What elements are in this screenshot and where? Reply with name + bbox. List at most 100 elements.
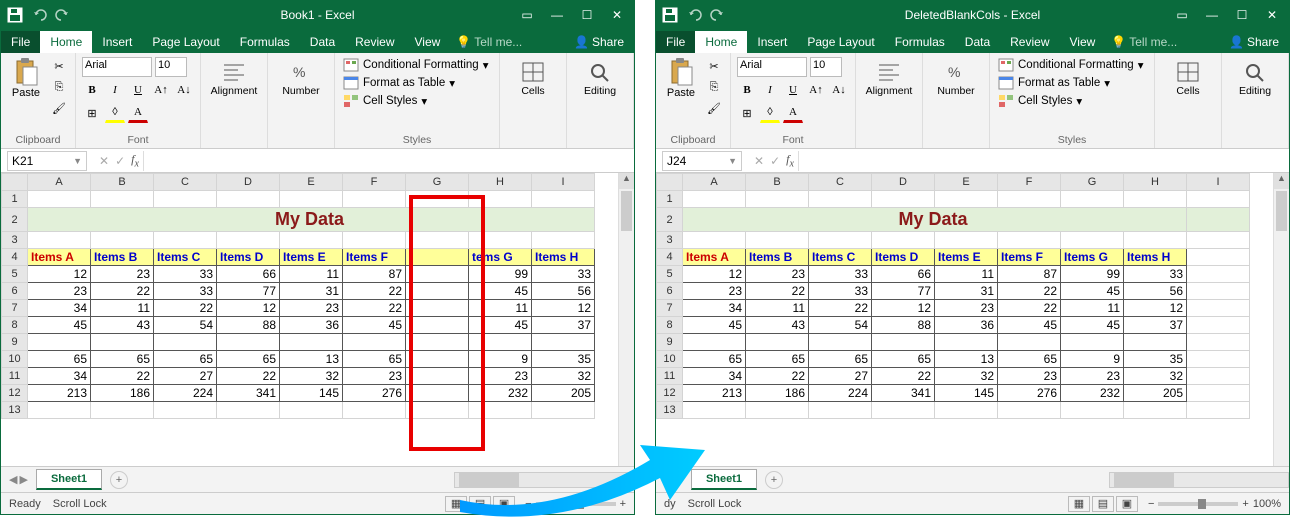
row-header[interactable]: 8 (2, 317, 28, 334)
formula-input[interactable] (143, 151, 634, 171)
tab-home[interactable]: Home (40, 31, 92, 53)
conditional-formatting-button[interactable]: Conditional Formatting▾ (341, 57, 493, 73)
row-header[interactable]: 9 (2, 334, 28, 351)
share-button[interactable]: 👤Share (564, 31, 634, 53)
data-cell[interactable]: 36 (280, 317, 343, 334)
undo-icon[interactable] (32, 7, 48, 23)
cell-styles-button[interactable]: Cell Styles▾ (341, 93, 493, 109)
horizontal-scrollbar[interactable] (1109, 472, 1289, 488)
data-cell[interactable] (1187, 300, 1250, 317)
data-cell[interactable]: 34 (683, 368, 746, 385)
cut-icon[interactable]: ✂ (704, 57, 724, 75)
data-cell[interactable]: 66 (872, 266, 935, 283)
vertical-scrollbar[interactable]: ▲ (618, 173, 634, 466)
sheet-nav-prev-icon[interactable]: ◀ (664, 473, 672, 486)
data-cell[interactable] (406, 334, 469, 351)
data-cell[interactable]: 22 (872, 368, 935, 385)
cancel-formula-icon[interactable]: ✕ (99, 154, 109, 168)
data-cell[interactable] (1187, 334, 1250, 351)
data-cell[interactable]: 22 (217, 368, 280, 385)
data-cell[interactable]: 22 (998, 283, 1061, 300)
data-cell[interactable]: 54 (809, 317, 872, 334)
data-cell[interactable]: 36 (935, 317, 998, 334)
header-cell[interactable]: Items B (746, 249, 809, 266)
data-cell[interactable]: 66 (217, 266, 280, 283)
row-header[interactable]: 4 (2, 249, 28, 266)
normal-view-icon[interactable]: ▦ (1068, 496, 1090, 512)
header-cell[interactable] (1187, 249, 1250, 266)
data-cell[interactable] (1187, 385, 1250, 402)
maximize-icon[interactable]: ☐ (576, 8, 598, 22)
font-color-icon[interactable]: A (783, 103, 803, 123)
data-cell[interactable]: 27 (154, 368, 217, 385)
row-header[interactable]: 9 (657, 334, 683, 351)
conditional-formatting-button[interactable]: Conditional Formatting▾ (996, 57, 1148, 73)
data-cell[interactable]: 45 (998, 317, 1061, 334)
data-cell[interactable]: 224 (809, 385, 872, 402)
tab-review[interactable]: Review (345, 31, 404, 53)
data-cell[interactable]: 45 (683, 317, 746, 334)
normal-view-icon[interactable]: ▦ (445, 496, 467, 512)
data-cell[interactable] (1187, 317, 1250, 334)
data-cell[interactable]: 23 (469, 368, 532, 385)
data-cell[interactable]: 33 (532, 266, 595, 283)
column-header[interactable]: D (872, 174, 935, 191)
data-cell[interactable]: 65 (28, 351, 91, 368)
data-cell[interactable] (1061, 334, 1124, 351)
data-cell[interactable]: 65 (154, 351, 217, 368)
tab-view[interactable]: View (405, 31, 451, 53)
column-header[interactable]: G (406, 174, 469, 191)
sheet-tab[interactable]: Sheet1 (691, 469, 757, 490)
data-cell[interactable]: 23 (998, 368, 1061, 385)
data-cell[interactable]: 65 (91, 351, 154, 368)
alignment-button[interactable]: Alignment (862, 57, 916, 101)
data-cell[interactable] (406, 385, 469, 402)
font-size-select[interactable]: 10 (155, 57, 187, 77)
data-cell[interactable]: 11 (746, 300, 809, 317)
column-header[interactable]: A (683, 174, 746, 191)
column-header[interactable]: H (469, 174, 532, 191)
data-cell[interactable]: 23 (935, 300, 998, 317)
tab-data[interactable]: Data (300, 31, 345, 53)
header-cell[interactable]: Items A (28, 249, 91, 266)
header-cell[interactable]: tems G (469, 249, 532, 266)
data-cell[interactable]: 11 (1061, 300, 1124, 317)
save-icon[interactable] (7, 7, 23, 23)
column-header[interactable]: I (532, 174, 595, 191)
data-cell[interactable]: 12 (28, 266, 91, 283)
sheet-nav-next-icon[interactable]: ▶ (19, 473, 27, 486)
increase-font-icon[interactable]: A↑ (151, 80, 171, 100)
zoom-slider[interactable] (1158, 502, 1238, 506)
header-cell[interactable]: Items G (1061, 249, 1124, 266)
header-cell[interactable]: Items C (809, 249, 872, 266)
name-box[interactable]: J24▼ (662, 151, 742, 171)
data-cell[interactable]: 22 (809, 300, 872, 317)
data-cell[interactable]: 65 (809, 351, 872, 368)
column-header[interactable]: A (28, 174, 91, 191)
row-header[interactable]: 1 (2, 191, 28, 208)
worksheet-grid[interactable]: ABCDEFGHI12My Data34Items AItems BItems … (1, 173, 634, 466)
data-cell[interactable] (1187, 283, 1250, 300)
row-header[interactable]: 6 (2, 283, 28, 300)
data-cell[interactable]: 12 (1124, 300, 1187, 317)
data-cell[interactable]: 77 (872, 283, 935, 300)
data-cell[interactable]: 23 (1061, 368, 1124, 385)
format-painter-icon[interactable]: 🖌 (704, 99, 724, 117)
share-button[interactable]: 👤Share (1219, 31, 1289, 53)
tell-me[interactable]: 💡Tell me... (1105, 31, 1183, 53)
data-cell[interactable]: 23 (683, 283, 746, 300)
data-cell[interactable] (406, 317, 469, 334)
data-cell[interactable]: 12 (683, 266, 746, 283)
close-icon[interactable]: ✕ (1261, 8, 1283, 22)
data-cell[interactable] (683, 334, 746, 351)
borders-icon[interactable]: ⊞ (82, 103, 102, 123)
data-cell[interactable]: 31 (935, 283, 998, 300)
data-cell[interactable] (406, 300, 469, 317)
data-cell[interactable]: 22 (998, 300, 1061, 317)
zoom-slider[interactable] (536, 502, 616, 506)
data-cell[interactable]: 45 (469, 283, 532, 300)
font-size-select[interactable]: 10 (810, 57, 842, 77)
header-cell[interactable]: Items C (154, 249, 217, 266)
data-cell[interactable]: 11 (91, 300, 154, 317)
data-cell[interactable]: 34 (683, 300, 746, 317)
